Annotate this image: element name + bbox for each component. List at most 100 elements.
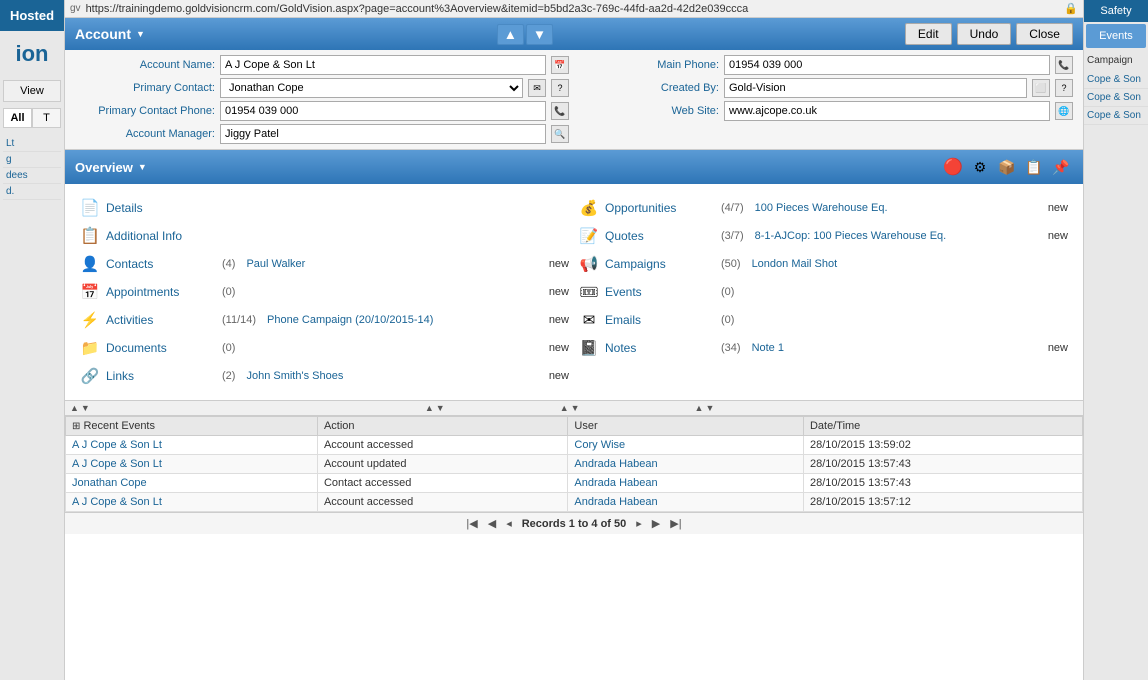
row-entity[interactable]: A J Cope & Son Lt bbox=[66, 493, 318, 512]
col-nav-2: ▲ ▼ bbox=[425, 403, 445, 413]
col4-up-icon[interactable]: ▲ bbox=[695, 403, 704, 413]
first-page-button[interactable]: |◀ bbox=[466, 517, 477, 530]
account-dropdown-icon[interactable]: ▼ bbox=[136, 29, 145, 39]
created-by-input[interactable] bbox=[724, 78, 1027, 98]
row-user[interactable]: Andrada Habean bbox=[568, 455, 804, 474]
edit-button[interactable]: Edit bbox=[905, 23, 952, 45]
sidebar-item-d[interactable]: d. bbox=[3, 184, 61, 200]
last-page-button[interactable]: ▶| bbox=[670, 517, 681, 530]
website-icon[interactable]: 🌐 bbox=[1055, 102, 1073, 120]
overview-icon-3[interactable]: 📦 bbox=[995, 155, 1019, 179]
website-input[interactable] bbox=[724, 101, 1050, 121]
row-user[interactable]: Andrada Habean bbox=[568, 474, 804, 493]
contacts-link[interactable]: Paul Walker bbox=[246, 258, 542, 270]
undo-button[interactable]: Undo bbox=[957, 23, 1012, 45]
phone-icon[interactable]: 📞 bbox=[551, 102, 569, 120]
overview-icon-5[interactable]: 📌 bbox=[1049, 155, 1073, 179]
account-manager-search-icon[interactable]: 🔍 bbox=[551, 125, 569, 143]
row-entity[interactable]: A J Cope & Son Lt bbox=[66, 436, 318, 455]
appointments-label[interactable]: Appointments bbox=[106, 285, 216, 299]
quotes-new[interactable]: new bbox=[1048, 230, 1068, 242]
documents-label[interactable]: Documents bbox=[106, 341, 216, 355]
prev-page-button[interactable]: ◀ bbox=[488, 517, 496, 530]
sidebar-tab-all[interactable]: All bbox=[3, 108, 32, 128]
overview-icon-4[interactable]: 📋 bbox=[1022, 155, 1046, 179]
scroll-left-button[interactable]: ◂ bbox=[506, 517, 512, 530]
overview-item-emails: ✉ Emails (0) bbox=[574, 306, 1073, 334]
activities-label[interactable]: Activities bbox=[106, 313, 216, 327]
quotes-label[interactable]: Quotes bbox=[605, 229, 715, 243]
additionalinfo-label[interactable]: Additional Info bbox=[106, 229, 216, 243]
row-user[interactable]: Cory Wise bbox=[568, 436, 804, 455]
col3-down-icon[interactable]: ▼ bbox=[571, 403, 580, 413]
col-nav-1: ▲ ▼ bbox=[70, 403, 90, 413]
campaigns-count: (50) bbox=[721, 258, 741, 270]
notes-new[interactable]: new bbox=[1048, 342, 1068, 354]
col2-up-icon[interactable]: ▲ bbox=[425, 403, 434, 413]
overview-label: Overview bbox=[75, 160, 133, 175]
nav-down-button[interactable]: ▼ bbox=[526, 24, 553, 45]
quotes-link[interactable]: 8-1-AJCop: 100 Pieces Warehouse Eq. bbox=[755, 230, 1042, 242]
events-label[interactable]: Events bbox=[605, 285, 715, 299]
links-label[interactable]: Links bbox=[106, 369, 216, 383]
row-entity[interactable]: A J Cope & Son Lt bbox=[66, 455, 318, 474]
activities-new[interactable]: new bbox=[549, 314, 569, 326]
documents-new[interactable]: new bbox=[549, 342, 569, 354]
overview-item-quotes: 📝 Quotes (3/7) 8-1-AJCop: 100 Pieces War… bbox=[574, 222, 1073, 250]
main-phone-icon[interactable]: 📞 bbox=[1055, 56, 1073, 74]
notes-label[interactable]: Notes bbox=[605, 341, 715, 355]
row-entity[interactable]: Jonathan Cope bbox=[66, 474, 318, 493]
scroll-right-button[interactable]: ▸ bbox=[636, 517, 642, 530]
overview-toolbar: 🔴 ⚙ 📦 📋 📌 bbox=[941, 155, 1073, 179]
col1-up-icon[interactable]: ▲ bbox=[70, 403, 79, 413]
campaigns-label[interactable]: Campaigns bbox=[605, 257, 715, 271]
col4-down-icon[interactable]: ▼ bbox=[705, 403, 714, 413]
col-nav-4: ▲ ▼ bbox=[695, 403, 715, 413]
links-link[interactable]: John Smith's Shoes bbox=[246, 370, 542, 382]
row-user[interactable]: Andrada Habean bbox=[568, 493, 804, 512]
activities-link[interactable]: Phone Campaign (20/10/2015-14) bbox=[267, 314, 543, 326]
appointments-new[interactable]: new bbox=[549, 286, 569, 298]
main-content: gv https://trainingdemo.goldvisioncrm.co… bbox=[65, 0, 1083, 680]
details-label[interactable]: Details bbox=[106, 201, 216, 215]
primary-contact-select[interactable]: Jonathan Cope bbox=[220, 78, 523, 98]
account-name-input[interactable] bbox=[220, 55, 546, 75]
contacts-new[interactable]: new bbox=[549, 258, 569, 270]
right-item-3[interactable]: Cope & Son bbox=[1084, 107, 1148, 125]
events-button[interactable]: Events bbox=[1086, 24, 1146, 48]
contacts-label[interactable]: Contacts bbox=[106, 257, 216, 271]
overview-icon-1[interactable]: 🔴 bbox=[941, 155, 965, 179]
sidebar-tab-t[interactable]: T bbox=[32, 108, 61, 128]
nav-up-button[interactable]: ▲ bbox=[497, 24, 524, 45]
col1-down-icon[interactable]: ▼ bbox=[81, 403, 90, 413]
opportunities-label[interactable]: Opportunities bbox=[605, 201, 715, 215]
primary-contact-email-icon[interactable]: ✉ bbox=[528, 79, 546, 97]
expand-icon[interactable]: ⊞ bbox=[72, 421, 80, 432]
overview-icon-2[interactable]: ⚙ bbox=[968, 155, 992, 179]
right-item-1[interactable]: Cope & Son bbox=[1084, 71, 1148, 89]
opportunities-new[interactable]: new bbox=[1048, 202, 1068, 214]
main-phone-input[interactable] bbox=[724, 55, 1050, 75]
account-name-calendar-icon[interactable]: 📅 bbox=[551, 56, 569, 74]
view-button[interactable]: View bbox=[3, 80, 61, 102]
sidebar-item-g[interactable]: g bbox=[3, 152, 61, 168]
account-manager-input[interactable] bbox=[220, 124, 546, 144]
close-button[interactable]: Close bbox=[1016, 23, 1073, 45]
right-item-2[interactable]: Cope & Son bbox=[1084, 89, 1148, 107]
created-by-icon[interactable]: ⬜ bbox=[1032, 79, 1050, 97]
notes-link[interactable]: Note 1 bbox=[752, 342, 1042, 354]
next-page-button[interactable]: ▶ bbox=[652, 517, 660, 530]
primary-contact-info-icon[interactable]: ? bbox=[551, 79, 569, 97]
overview-dropdown-icon[interactable]: ▼ bbox=[138, 162, 147, 172]
created-by-info-icon[interactable]: ? bbox=[1055, 79, 1073, 97]
sidebar-item-lt[interactable]: Lt bbox=[3, 136, 61, 152]
col2-down-icon[interactable]: ▼ bbox=[436, 403, 445, 413]
opportunities-link[interactable]: 100 Pieces Warehouse Eq. bbox=[755, 202, 1042, 214]
col3-up-icon[interactable]: ▲ bbox=[560, 403, 569, 413]
links-new[interactable]: new bbox=[549, 370, 569, 382]
table-row: Jonathan Cope Contact accessed Andrada H… bbox=[66, 474, 1083, 493]
campaigns-link[interactable]: London Mail Shot bbox=[752, 258, 1068, 270]
sidebar-item-dees[interactable]: dees bbox=[3, 168, 61, 184]
primary-contact-phone-input[interactable] bbox=[220, 101, 546, 121]
emails-label[interactable]: Emails bbox=[605, 313, 715, 327]
